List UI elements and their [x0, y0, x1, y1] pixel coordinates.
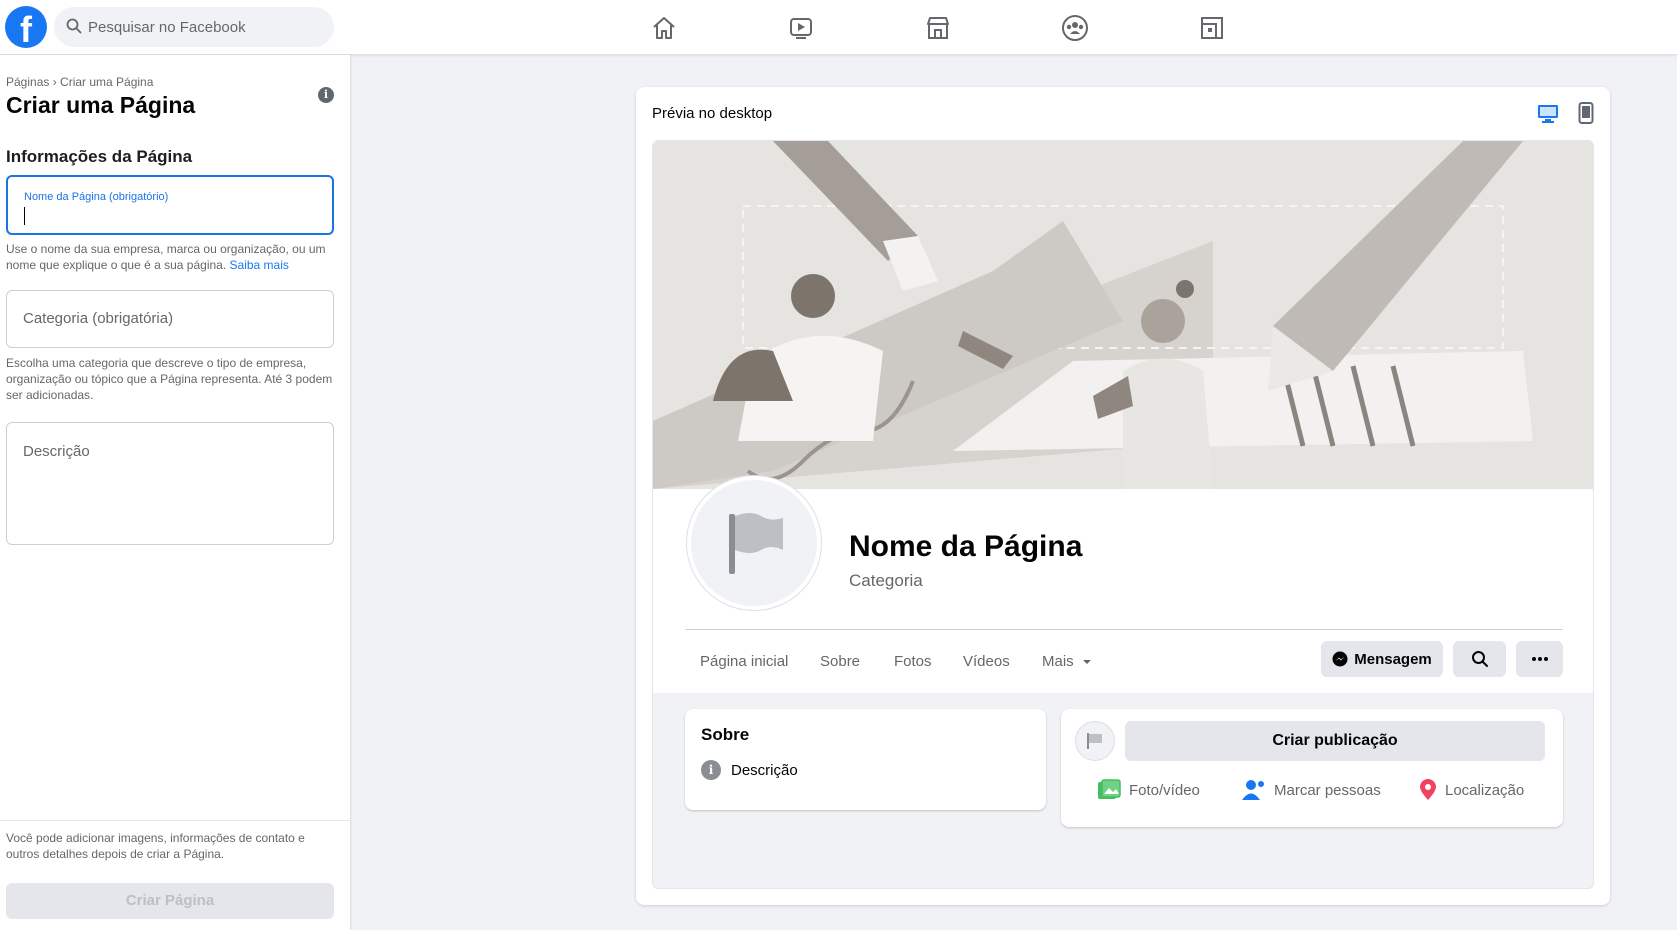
- page-name-helper: Use o nome da sua empresa, marca ou orga…: [6, 241, 336, 273]
- page-preview: Nome da Página Categoria Página inicial …: [652, 140, 1594, 889]
- tab-home[interactable]: Página inicial: [700, 653, 788, 670]
- location-label: Localização: [1445, 781, 1525, 799]
- flag-icon: [729, 513, 783, 574]
- create-page-panel: Páginas › Criar uma Página Criar uma Pág…: [0, 55, 350, 930]
- groups-icon[interactable]: [1059, 12, 1091, 44]
- about-card: Sobre i Descrição: [685, 709, 1046, 810]
- create-post-card: Criar publicação Foto/vídeo Marcar pesso…: [1061, 709, 1563, 827]
- desktop-preview-card: Prévia no desktop Nome da Página Categor…: [636, 87, 1610, 905]
- post-avatar: [1075, 721, 1115, 761]
- tag-people-action[interactable]: Marcar pessoas: [1242, 779, 1381, 801]
- page-header: Nome da Página Categoria Página inicial …: [653, 141, 1593, 693]
- watch-icon[interactable]: [785, 12, 817, 44]
- category-helper: Escolha uma categoria que descreve o tip…: [6, 356, 333, 402]
- caret-down-icon: [1082, 660, 1091, 664]
- description-placeholder: Descrição: [23, 443, 90, 460]
- tab-videos[interactable]: Vídeos: [963, 653, 1010, 670]
- photo-video-label: Foto/vídeo: [1129, 781, 1200, 799]
- category-placeholder: Categoria (obrigatória): [23, 310, 174, 327]
- search-input[interactable]: [88, 7, 328, 47]
- message-button[interactable]: Mensagem: [1321, 641, 1443, 677]
- page-name-field[interactable]: Nome da Página (obrigatório): [6, 175, 334, 235]
- create-post-button[interactable]: Criar publicação: [1125, 721, 1545, 761]
- top-bar: f: [0, 0, 1677, 55]
- text-cursor: [24, 207, 25, 225]
- info-icon: i: [701, 760, 721, 780]
- home-icon[interactable]: [648, 12, 680, 44]
- preview-title: Prévia no desktop: [652, 105, 773, 122]
- page-category: Categoria: [849, 571, 923, 590]
- tab-about[interactable]: Sobre: [820, 653, 860, 670]
- description-field[interactable]: Descrição: [6, 422, 334, 545]
- tab-photos[interactable]: Fotos: [894, 653, 932, 670]
- section-title: Informações da Página: [6, 147, 193, 166]
- page-title: Criar uma Página: [6, 92, 196, 118]
- location-pin-icon: [1420, 779, 1436, 800]
- create-page-button[interactable]: Criar Página: [6, 883, 334, 919]
- search-icon: [66, 18, 82, 34]
- page-name-label: Nome da Página (obrigatório): [24, 191, 169, 203]
- more-options-button[interactable]: [1516, 641, 1563, 677]
- tab-more-label: Mais: [1042, 653, 1074, 670]
- photo-icon: [1098, 779, 1121, 799]
- flag-icon: [1087, 733, 1102, 749]
- facebook-logo[interactable]: f: [5, 6, 47, 48]
- ellipsis-icon: [1531, 657, 1548, 661]
- divider: [685, 629, 1563, 630]
- tab-more[interactable]: Mais: [1042, 653, 1092, 670]
- page-name: Nome da Página: [849, 530, 1083, 563]
- tag-people-label: Marcar pessoas: [1274, 781, 1381, 799]
- message-button-label: Mensagem: [1354, 650, 1432, 668]
- about-title: Sobre: [701, 725, 750, 744]
- mobile-icon[interactable]: [1578, 102, 1594, 124]
- photo-video-action[interactable]: Foto/vídeo: [1097, 779, 1200, 801]
- search-icon: [1471, 651, 1488, 667]
- search-box[interactable]: [54, 7, 334, 47]
- marketplace-icon[interactable]: [922, 12, 954, 44]
- divider: [0, 820, 350, 821]
- messenger-icon: [1332, 651, 1348, 667]
- bottom-note: Você pode adicionar imagens, informações…: [6, 831, 305, 861]
- learn-more-link[interactable]: Saiba mais: [230, 258, 289, 272]
- cover-illustration: [653, 141, 1593, 489]
- search-page-button[interactable]: [1453, 641, 1506, 677]
- location-action[interactable]: Localização: [1419, 779, 1524, 801]
- tag-people-icon: [1242, 780, 1264, 800]
- info-icon[interactable]: i: [318, 87, 334, 103]
- about-description: Descrição: [731, 762, 798, 779]
- gaming-icon[interactable]: [1196, 12, 1228, 44]
- desktop-icon[interactable]: [1537, 104, 1559, 124]
- page-avatar[interactable]: [687, 476, 821, 610]
- category-field[interactable]: Categoria (obrigatória): [6, 290, 334, 348]
- breadcrumb[interactable]: Páginas › Criar uma Página: [6, 75, 153, 89]
